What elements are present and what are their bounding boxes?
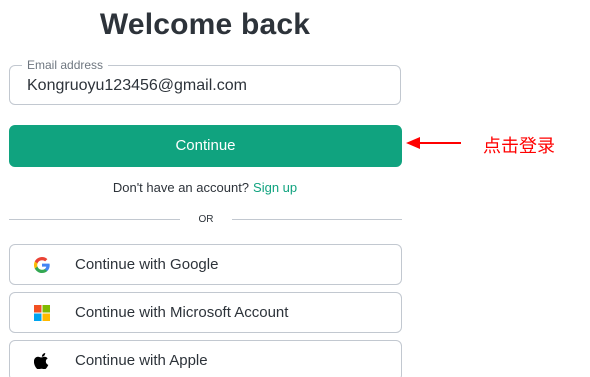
continue-with-google-button[interactable]: Continue with Google <box>9 244 402 285</box>
divider-or-text: OR <box>198 214 214 225</box>
apple-icon <box>34 353 49 369</box>
email-field-value[interactable]: Kongruoyu123456@gmail.com <box>27 76 247 96</box>
continue-with-apple-button[interactable]: Continue with Apple <box>9 340 402 377</box>
divider-left <box>9 219 180 220</box>
google-icon <box>34 257 50 273</box>
annotation-text: 点击登录 <box>483 136 555 156</box>
divider-right <box>232 219 402 220</box>
email-field[interactable]: Email address Kongruoyu123456@gmail.com <box>9 57 401 105</box>
email-field-label: Email address <box>22 57 109 73</box>
apple-button-label: Continue with Apple <box>75 352 208 369</box>
page-title: Welcome back <box>99 8 311 41</box>
continue-button[interactable]: Continue <box>9 125 402 167</box>
microsoft-icon <box>34 305 50 321</box>
continue-with-microsoft-button[interactable]: Continue with Microsoft Account <box>9 292 402 333</box>
google-button-label: Continue with Google <box>75 256 219 273</box>
annotation-arrow-icon <box>406 137 461 149</box>
microsoft-button-label: Continue with Microsoft Account <box>75 304 289 321</box>
signup-prompt: Don't have an account? <box>112 180 250 195</box>
signup-row: Don't have an account? Sign up <box>0 180 410 196</box>
signup-link[interactable]: Sign up <box>253 180 297 195</box>
login-page: Welcome back Email address Kongruoyu1234… <box>0 0 590 377</box>
